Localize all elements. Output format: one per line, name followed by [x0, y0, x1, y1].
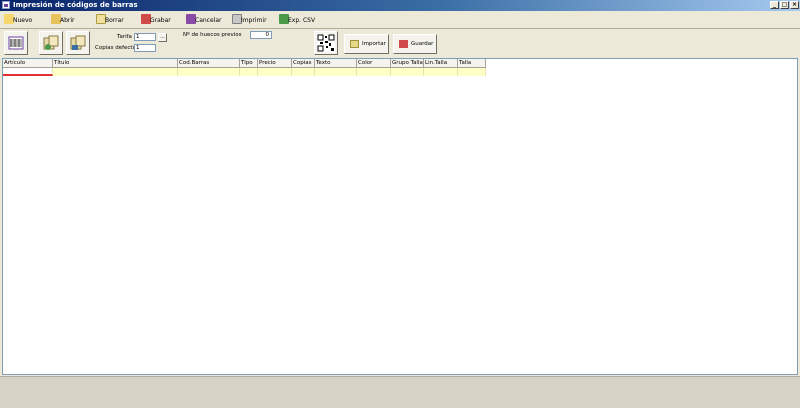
toolbar: Tarifa 1 ... Copias defecto 1 Nº de huec…: [0, 28, 800, 58]
menu-borrar-button[interactable]: Borrar: [96, 13, 126, 26]
column-header[interactable]: Título: [53, 59, 178, 68]
table-cell[interactable]: [3, 68, 53, 76]
tarifa-label: Tarifa: [117, 34, 132, 40]
table-cell[interactable]: [458, 68, 486, 76]
menu-borrar-label: Borrar: [105, 17, 124, 24]
table-cell[interactable]: [391, 68, 424, 76]
table-cell[interactable]: [315, 68, 357, 76]
import-icon: [350, 40, 359, 48]
column-header[interactable]: Talla: [458, 59, 486, 68]
table-row[interactable]: [3, 68, 486, 76]
table-cell[interactable]: [53, 68, 178, 76]
tarifa-lookup-button[interactable]: ...: [158, 33, 167, 42]
table-cell[interactable]: [357, 68, 391, 76]
menu-cancelar-button[interactable]: Cancelar: [186, 13, 222, 26]
copias-defecto-label: Copias defecto: [95, 45, 136, 51]
qr-code-button[interactable]: [314, 31, 338, 55]
column-header[interactable]: Grupo Talla: [391, 59, 424, 68]
menu-cancelar-label: Cancelar: [195, 17, 222, 24]
menu-nuevo-button[interactable]: Nuevo: [4, 13, 36, 26]
table-cell[interactable]: [424, 68, 458, 76]
box-label-icon: [70, 35, 86, 50]
menu-abrir-label: Abrir: [60, 17, 75, 24]
articles-grid[interactable]: Artículo Título Cod.Barras Tipo Precio C…: [2, 58, 798, 375]
table-cell[interactable]: [240, 68, 258, 76]
barcode-icon: [8, 36, 24, 50]
save-icon: [399, 40, 408, 48]
tarifa-input[interactable]: 1: [134, 33, 156, 41]
title-bar: Impresión de códigos de barras _ □ ×: [0, 0, 800, 11]
guardar-label: Guardar: [411, 41, 434, 47]
column-header[interactable]: Tipo: [240, 59, 258, 68]
column-header[interactable]: Cod.Barras: [178, 59, 240, 68]
status-bar: [0, 376, 800, 408]
menu-abrir-button[interactable]: Abrir: [51, 13, 79, 26]
menu-exp-csv-label: Exp. CSV: [288, 17, 316, 24]
huecos-previos-input[interactable]: 0: [250, 31, 272, 39]
column-header[interactable]: Artículo: [3, 59, 53, 68]
qr-code-icon: [317, 34, 335, 52]
maximize-button[interactable]: □: [780, 1, 789, 9]
huecos-previos-label: Nº de huecos previos: [183, 32, 242, 38]
menu-bar: Nuevo Abrir Borrar Grabar Cancelar Impri…: [0, 11, 800, 29]
importar-button[interactable]: Importar: [344, 34, 389, 54]
close-button[interactable]: ×: [790, 1, 799, 9]
column-header[interactable]: Color: [357, 59, 391, 68]
box-icon: [43, 35, 59, 50]
menu-grabar-button[interactable]: Grabar: [141, 13, 173, 26]
menu-imprimir-button[interactable]: Imprimir: [232, 13, 267, 26]
menu-imprimir-label: Imprimir: [241, 17, 267, 24]
table-cell[interactable]: [292, 68, 315, 76]
minimize-button[interactable]: _: [770, 1, 779, 9]
importar-label: Importar: [362, 41, 386, 47]
menu-nuevo-label: Nuevo: [13, 17, 33, 24]
table-cell[interactable]: [178, 68, 240, 76]
guardar-button[interactable]: Guardar: [393, 34, 437, 54]
load-labels-button[interactable]: [66, 31, 90, 55]
copias-defecto-input[interactable]: 1: [134, 44, 156, 52]
column-header[interactable]: Copias: [292, 59, 315, 68]
menu-grabar-label: Grabar: [150, 17, 171, 24]
app-icon: [2, 1, 10, 9]
menu-exp-csv-button[interactable]: Exp. CSV: [279, 13, 316, 26]
column-header[interactable]: Precio: [258, 59, 292, 68]
barcode-button[interactable]: [4, 31, 28, 55]
window-title: Impresión de códigos de barras: [13, 1, 138, 9]
table-cell[interactable]: [258, 68, 292, 76]
grid-header: Artículo Título Cod.Barras Tipo Precio C…: [3, 59, 486, 68]
column-header[interactable]: Texto: [315, 59, 357, 68]
load-articles-button[interactable]: [39, 31, 63, 55]
column-header[interactable]: Lin.Talla: [424, 59, 458, 68]
